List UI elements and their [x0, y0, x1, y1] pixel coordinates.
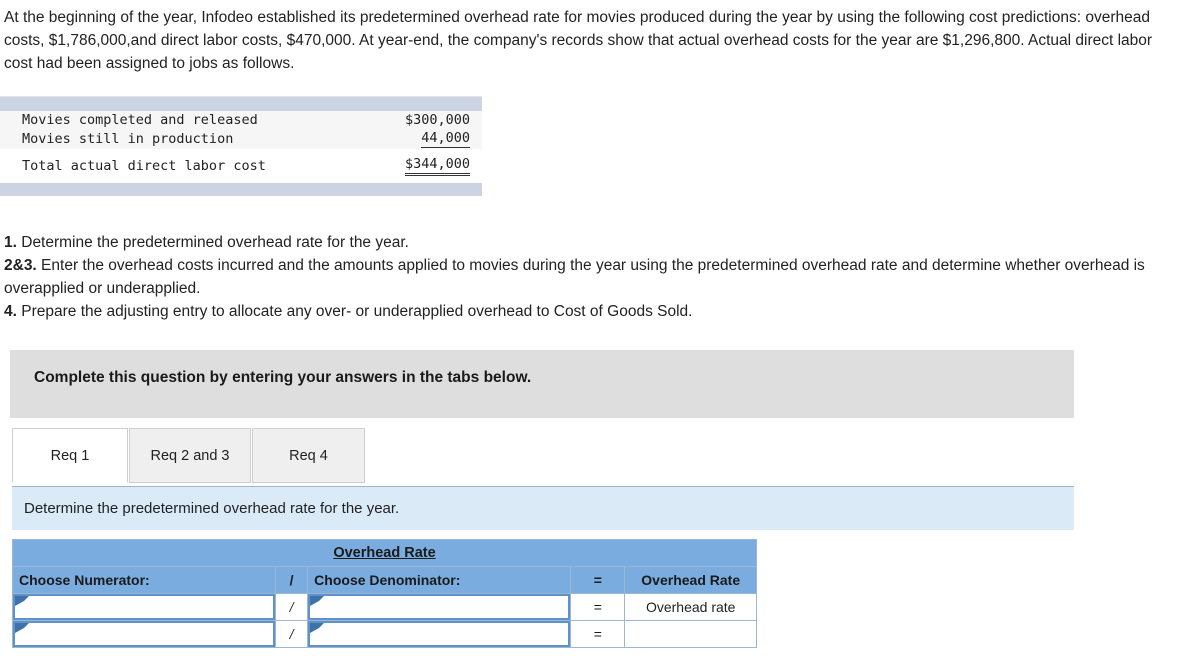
slash-cell-row-2: / — [275, 620, 309, 648]
facts-row-amount: $300,000 — [373, 111, 482, 129]
overhead-table-title: Overhead Rate — [12, 539, 757, 567]
table-row: Movies still in production 44,000 — [0, 129, 482, 149]
facts-row-label: Movies still in production — [0, 129, 374, 149]
facts-table-bottom-bar — [0, 183, 482, 196]
facts-total-label: Total actual direct labor cost — [22, 158, 266, 174]
tab-req-1[interactable]: Req 1 — [12, 428, 128, 483]
table-row: Total actual direct labor cost $344,000 — [0, 155, 482, 177]
instruction-banner-text: Complete this question by entering your … — [34, 369, 532, 386]
requirement-tabs: Req 1 Req 2 and 3 Req 4 — [12, 428, 1074, 486]
tab-prompt-text: Determine the predetermined overhead rat… — [24, 500, 400, 517]
problem-statement: At the beginning of the year, Infodeo es… — [4, 9, 1153, 72]
requirement-2-3: 2&3. Enter the overhead costs incurred a… — [4, 254, 1182, 300]
requirements-list: 1. Determine the predetermined overhead … — [4, 231, 1182, 323]
overhead-rate-table: Overhead Rate Choose Numerator: / Choose… — [11, 539, 757, 648]
table-row: Movies completed and released $300,000 — [0, 111, 482, 129]
tab-req-4-label: Req 4 — [289, 447, 328, 464]
facts-row-amount: 44,000 — [373, 129, 482, 149]
facts-table: Movies completed and released $300,000 M… — [0, 111, 482, 183]
requirement-1-text: Determine the predetermined overhead rat… — [16, 234, 409, 251]
header-slash: / — [275, 566, 309, 594]
facts-row-label: Movies completed and released — [0, 111, 374, 129]
numerator-input-row-1[interactable] — [13, 594, 276, 620]
slash-cell-row-1: / — [275, 593, 309, 621]
tab-req-1-label: Req 1 — [50, 447, 90, 464]
requirement-1-number: 1. — [4, 234, 17, 251]
tab-req-2-and-3-label: Req 2 and 3 — [150, 447, 230, 464]
dropdown-marker-icon — [15, 596, 29, 606]
denominator-input-row-2[interactable] — [308, 621, 571, 647]
requirement-4-number: 4. — [4, 303, 17, 320]
requirement-4: 4. Prepare the adjusting entry to alloca… — [4, 300, 1182, 323]
overhead-rate-cell-row-1: Overhead rate — [624, 593, 757, 621]
tab-req-2-and-3[interactable]: Req 2 and 3 — [129, 428, 251, 483]
numerator-cell-row-2[interactable] — [11, 620, 277, 648]
tab-prompt-bar: Determine the predetermined overhead rat… — [12, 486, 1074, 530]
denominator-cell-row-2[interactable] — [307, 620, 572, 648]
facts-table-top-bar — [0, 96, 482, 111]
header-choose-numerator: Choose Numerator: — [11, 566, 277, 594]
overhead-table-header-row: Choose Numerator: / Choose Denominator: … — [11, 566, 757, 594]
header-equals: = — [570, 566, 626, 594]
denominator-cell-row-1[interactable] — [307, 593, 572, 621]
denominator-input-row-1[interactable] — [308, 594, 571, 620]
numerator-input-row-2[interactable] — [13, 621, 276, 647]
dropdown-marker-icon — [15, 623, 29, 633]
numerator-cell-row-1[interactable] — [11, 593, 277, 621]
header-choose-denominator: Choose Denominator: — [307, 566, 572, 594]
table-row: / = Overhead rate — [11, 593, 757, 621]
equals-cell-row-1: = — [570, 593, 626, 621]
table-row: / = — [11, 620, 757, 648]
instruction-banner: Complete this question by entering your … — [10, 350, 1074, 418]
overhead-rate-cell-row-2 — [624, 620, 757, 648]
requirement-2-3-number: 2&3. — [4, 257, 37, 274]
tab-req-4[interactable]: Req 4 — [252, 428, 365, 483]
overhead-table-title-row: Overhead Rate — [12, 539, 757, 567]
equals-cell-row-2: = — [570, 620, 626, 648]
direct-labor-cost-table: Movies completed and released $300,000 M… — [0, 96, 482, 196]
dropdown-marker-icon — [310, 596, 325, 606]
requirement-1: 1. Determine the predetermined overhead … — [4, 231, 1182, 254]
overhead-rate-worksheet: Overhead Rate Choose Numerator: / Choose… — [11, 539, 757, 648]
requirement-2-3-text: Enter the overhead costs incurred and th… — [4, 257, 1145, 297]
header-overhead-rate: Overhead Rate — [624, 566, 757, 594]
requirement-4-text: Prepare the adjusting entry to allocate … — [16, 303, 693, 320]
facts-total-amount: $344,000 — [374, 155, 482, 177]
dropdown-marker-icon — [310, 623, 325, 633]
